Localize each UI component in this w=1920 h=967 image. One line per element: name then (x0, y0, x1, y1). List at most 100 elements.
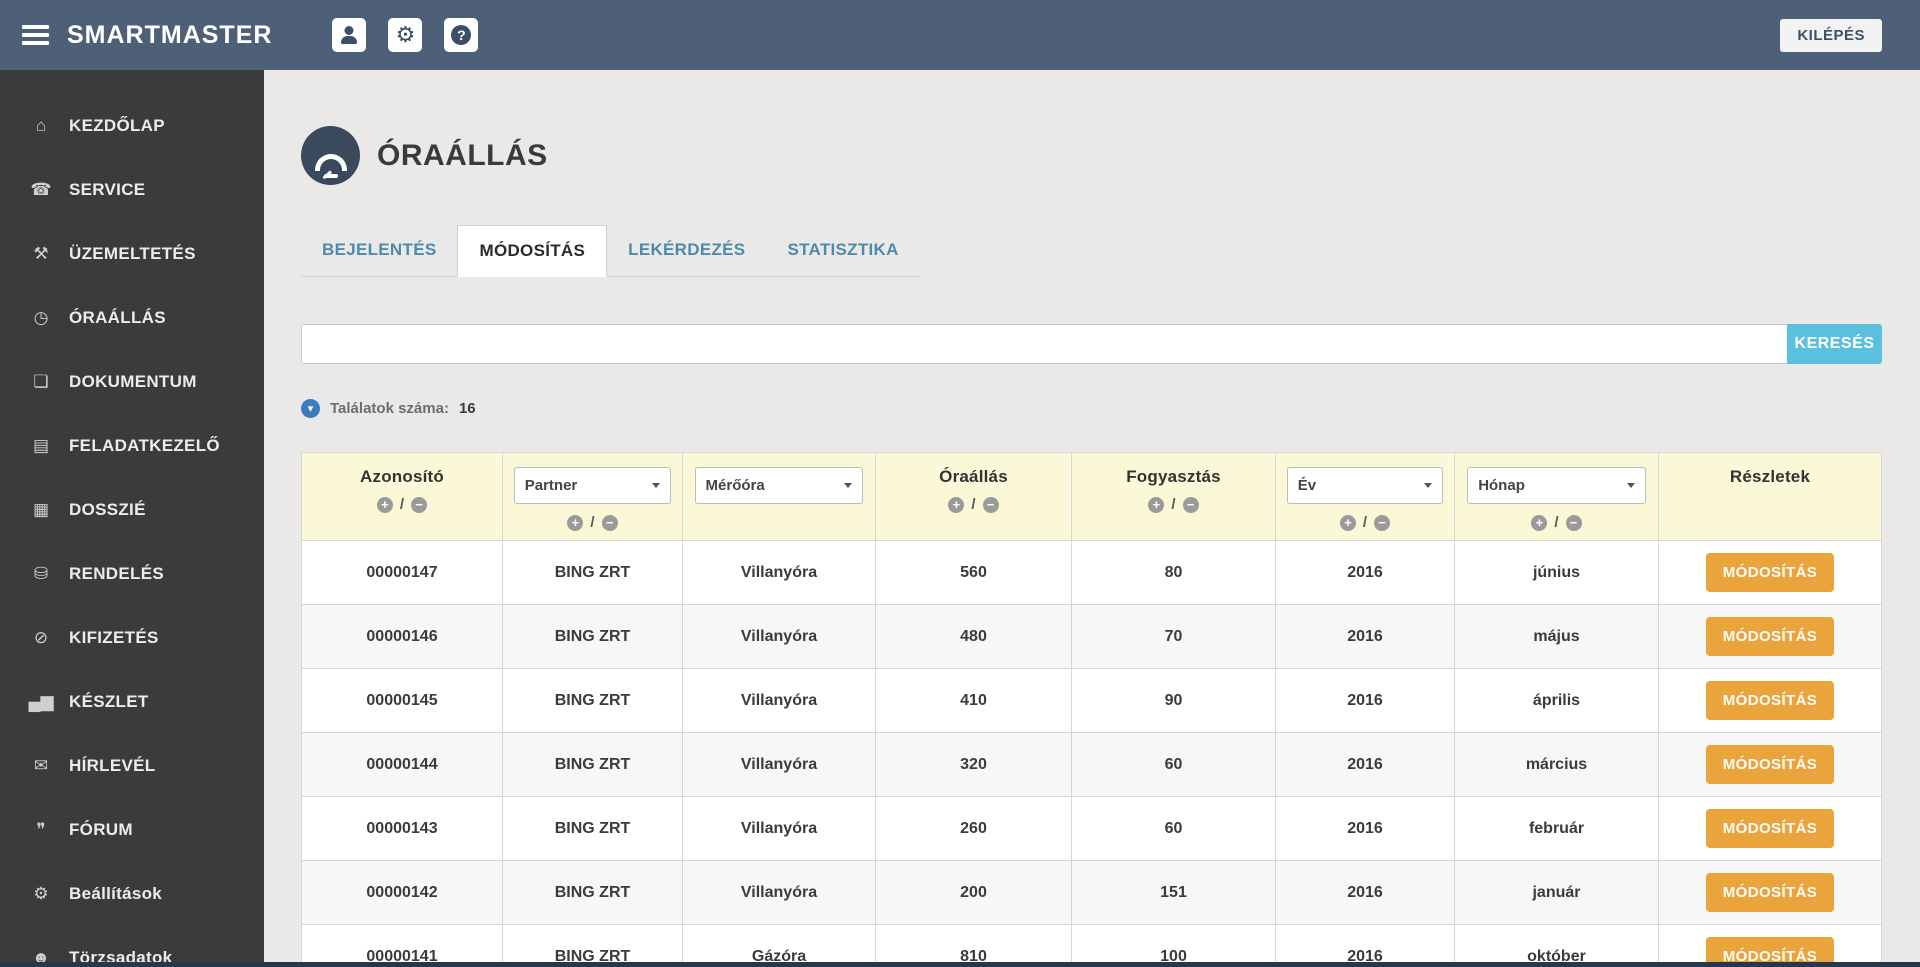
sidebar-item-kezdolap[interactable]: ⌂ KEZDŐLAP (0, 94, 264, 158)
comment-icon: ❞ (36, 820, 46, 839)
cell-honap: június (1454, 540, 1659, 605)
cell-merora: Villanyóra (682, 668, 876, 733)
sort-asc-button[interactable]: + (1531, 514, 1548, 531)
payment-icon: ⊘ (33, 628, 49, 647)
sidebar-item-dokumentum[interactable]: ❏ DOKUMENTUM (0, 350, 264, 414)
cell-merora: Villanyóra (682, 540, 876, 605)
results-count: 16 (458, 399, 476, 417)
basket-icon: ⛁ (33, 564, 49, 583)
cell-honap: április (1454, 668, 1659, 733)
help-button[interactable]: ? (444, 18, 479, 52)
sidebar-item-beallitasok[interactable]: ⚙ Beállítások (0, 862, 264, 926)
cell-fogyasztas: 100 (1071, 924, 1276, 967)
cell-azonosito: 00000142 (301, 860, 503, 925)
sidebar-item-oraallas[interactable]: ◷ ÓRAÁLLÁS (0, 286, 264, 350)
cell-ev: 2016 (1275, 604, 1455, 669)
sort-desc-button[interactable]: − (1182, 496, 1199, 513)
cell-ev: 2016 (1275, 732, 1455, 797)
modify-button[interactable]: MÓDOSÍTÁS (1705, 617, 1835, 656)
tab-lekerdezes[interactable]: LEKÉRDEZÉS (607, 225, 766, 276)
sidebar-item-kifizetes[interactable]: ⊘ KIFIZETÉS (0, 606, 264, 670)
sort-asc-button[interactable]: + (376, 496, 393, 513)
cell-reszletek: MÓDOSÍTÁS (1658, 924, 1882, 967)
sidebar-item-forum[interactable]: ❞ FÓRUM (0, 798, 264, 862)
collapse-arrow-icon[interactable]: ▾ (301, 398, 320, 418)
search-input[interactable] (301, 324, 1787, 364)
modify-button[interactable]: MÓDOSÍTÁS (1705, 681, 1835, 720)
sort-desc-button[interactable]: − (982, 496, 999, 513)
sidebar-item-keszlet[interactable]: ▄▆ KÉSZLET (0, 670, 264, 734)
sidebar-item-feladatkezelo[interactable]: ▤ FELADATKEZELŐ (0, 414, 264, 478)
cell-merora: Villanyóra (682, 796, 876, 861)
sort-desc-button[interactable]: − (1565, 514, 1582, 531)
search-button[interactable]: KERESÉS (1787, 324, 1882, 364)
ev-filter-select[interactable]: Év (1286, 467, 1444, 504)
cell-oraallas: 410 (875, 668, 1072, 733)
honap-filter-select[interactable]: Hónap (1467, 467, 1646, 504)
sidebar-item-label: RENDELÉS (69, 564, 164, 583)
sidebar-item-hirlevel[interactable]: ✉ HÍRLEVÉL (0, 734, 264, 798)
user-icon (340, 26, 358, 44)
sort-asc-button[interactable]: + (948, 496, 965, 513)
settings-button[interactable]: ⚙ (388, 18, 423, 52)
modify-button[interactable]: MÓDOSÍTÁS (1705, 553, 1835, 592)
sort-desc-button[interactable]: − (411, 496, 428, 513)
column-ev: Év + / − (1275, 452, 1455, 541)
table-row: 00000145 BING ZRT Villanyóra 410 90 2016… (301, 668, 1882, 733)
help-icon: ? (451, 25, 472, 45)
sort-desc-button[interactable]: − (601, 514, 618, 531)
logout-button[interactable]: KILÉPÉS (1780, 18, 1882, 52)
modify-button[interactable]: MÓDOSÍTÁS (1705, 745, 1835, 784)
tab-modositas[interactable]: MÓDOSÍTÁS (457, 225, 608, 277)
table-row: 00000147 BING ZRT Villanyóra 560 80 2016… (301, 540, 1882, 605)
tab-bejelentes[interactable]: BEJELENTÉS (301, 225, 457, 276)
clock-icon: ◷ (33, 308, 49, 327)
cell-fogyasztas: 80 (1071, 540, 1276, 605)
sidebar-item-service[interactable]: ☎ SERVICE (0, 158, 264, 222)
gear-icon: ⚙ (33, 884, 49, 903)
column-merora: Mérőóra (682, 452, 876, 541)
hamburger-menu-icon[interactable] (22, 21, 49, 49)
cell-reszletek: MÓDOSÍTÁS (1658, 796, 1882, 861)
sidebar-item-label: DOKUMENTUM (69, 372, 197, 391)
sort-asc-button[interactable]: + (567, 514, 584, 531)
merora-filter-select[interactable]: Mérőóra (694, 467, 864, 504)
chevron-down-icon (1424, 483, 1433, 488)
cell-fogyasztas: 151 (1071, 860, 1276, 925)
sidebar-item-label: FELADATKEZELŐ (69, 436, 220, 455)
sort-asc-button[interactable]: + (1148, 496, 1165, 513)
cell-ev: 2016 (1275, 796, 1455, 861)
sidebar-item-label: FÓRUM (69, 820, 133, 839)
user-button[interactable] (332, 18, 367, 52)
sidebar-item-uzemeltetes[interactable]: ⚒ ÜZEMELTETÉS (0, 222, 264, 286)
cell-ev: 2016 (1275, 860, 1455, 925)
column-partner: Partner + / − (502, 452, 683, 541)
cell-honap: január (1454, 860, 1659, 925)
sidebar-item-label: Beállítások (69, 884, 163, 903)
sidebar-item-dosszie[interactable]: ▦ DOSSZIÉ (0, 478, 264, 542)
cell-ev: 2016 (1275, 668, 1455, 733)
chevron-down-icon (844, 483, 853, 488)
sidebar-item-torzsadatok[interactable]: ☻ Törzsadatok (0, 926, 264, 967)
sort-desc-button[interactable]: − (1374, 514, 1391, 531)
partner-filter-select[interactable]: Partner (513, 467, 672, 504)
cell-azonosito: 00000144 (301, 732, 503, 797)
cell-ev: 2016 (1275, 924, 1455, 967)
sidebar-item-label: ÜZEMELTETÉS (69, 244, 196, 263)
calendar-icon: ▤ (32, 436, 50, 455)
tab-statisztika[interactable]: STATISZTIKA (766, 225, 919, 276)
table-header-row: Azonosító + / − Partner + / − Mérőóra Ór… (301, 452, 1882, 541)
modify-button[interactable]: MÓDOSÍTÁS (1705, 873, 1835, 912)
sidebar-item-label: KIFIZETÉS (69, 628, 159, 647)
home-icon: ⌂ (35, 116, 47, 135)
cell-reszletek: MÓDOSÍTÁS (1658, 668, 1882, 733)
cell-merora: Villanyóra (682, 732, 876, 797)
modify-button[interactable]: MÓDOSÍTÁS (1705, 809, 1835, 848)
sort-asc-button[interactable]: + (1339, 514, 1356, 531)
column-title: Részletek (1729, 467, 1811, 486)
sidebar-item-rendeles[interactable]: ⛁ RENDELÉS (0, 542, 264, 606)
chevron-down-icon (1626, 483, 1635, 488)
tab-bar: BEJELENTÉS MÓDOSÍTÁS LEKÉRDEZÉS STATISZT… (301, 225, 920, 277)
table-row: 00000141 BING ZRT Gázóra 810 100 2016 ok… (301, 924, 1882, 967)
results-label: Találatok száma: (330, 399, 449, 417)
